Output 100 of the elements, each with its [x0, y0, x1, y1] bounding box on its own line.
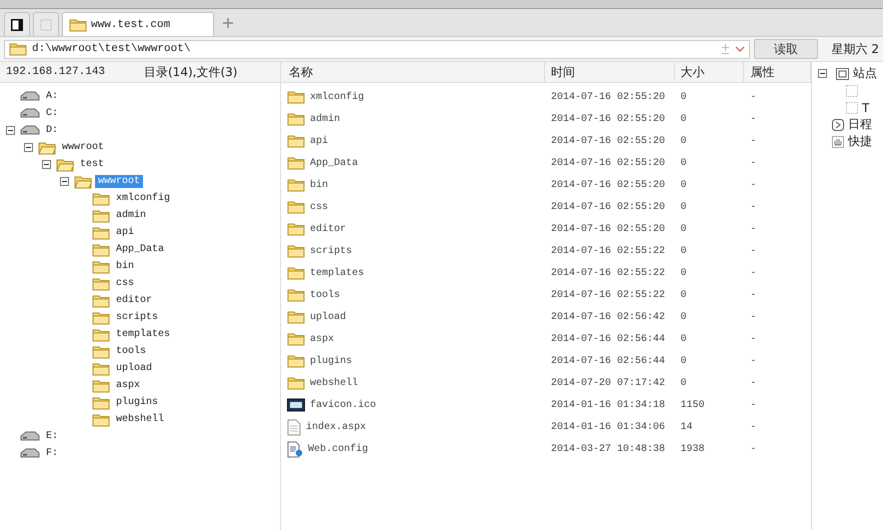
file-name[interactable]: scripts: [310, 246, 352, 256]
tree-item[interactable]: tools: [113, 345, 150, 358]
config-file-icon: [287, 440, 303, 458]
file-name[interactable]: admin: [310, 114, 340, 124]
tree-item[interactable]: plugins: [113, 396, 162, 409]
tree-item[interactable]: aspx: [113, 379, 144, 392]
tree-item[interactable]: App_Data: [113, 243, 168, 256]
tree-item[interactable]: editor: [113, 294, 156, 307]
file-name[interactable]: plugins: [310, 356, 352, 366]
collapse-icon[interactable]: [24, 143, 33, 152]
tree-item[interactable]: A:: [43, 90, 62, 103]
tree-item[interactable]: upload: [113, 362, 156, 375]
collapse-icon[interactable]: [60, 177, 69, 186]
blank-page-icon: [40, 18, 52, 32]
folder-icon: [92, 226, 110, 240]
page-icon: [846, 84, 858, 96]
address-field[interactable]: d:\wwwroot\test\wwwroot\: [4, 40, 750, 58]
file-name[interactable]: tools: [310, 290, 340, 300]
collapse-icon[interactable]: [818, 69, 827, 78]
tree-item[interactable]: scripts: [113, 311, 162, 324]
tree-item[interactable]: wwwroot: [59, 141, 108, 154]
folder-icon: [74, 174, 92, 188]
column-header[interactable]: 属性: [744, 62, 812, 82]
side-tree-item[interactable]: T: [862, 100, 870, 114]
tree-item[interactable]: api: [113, 226, 138, 239]
file-name[interactable]: Web.config: [308, 444, 368, 454]
folder-icon: [92, 208, 110, 222]
file-name[interactable]: favicon.ico: [310, 400, 376, 410]
column-header[interactable]: 名称: [283, 62, 545, 82]
file-name[interactable]: css: [310, 202, 328, 212]
table-cell-text: 2014-07-20 07:17:42: [550, 378, 666, 388]
folder-icon: [287, 112, 305, 126]
drive-icon: [20, 431, 40, 442]
dropdown-icon[interactable]: [735, 46, 745, 52]
folder-icon: [92, 344, 110, 358]
table-cell-text: 2014-07-16 02:55:22: [550, 246, 666, 256]
table-cell-text: 2014-07-16 02:55:20: [550, 114, 666, 124]
table-cell-text: 2014-07-16 02:55:20: [550, 136, 666, 146]
add-tab-icon[interactable]: [223, 18, 233, 28]
table-cell-text: 1150: [680, 400, 706, 410]
drive-icon: [20, 91, 40, 102]
tree-item[interactable]: C:: [43, 107, 62, 120]
table-cell-text: -: [749, 356, 758, 366]
column-header[interactable]: 大小: [674, 62, 744, 82]
file-name[interactable]: App_Data: [310, 158, 358, 168]
column-header[interactable]: 时间: [544, 62, 674, 82]
host-label: 192.168.127.143: [6, 66, 106, 78]
drive-icon: [20, 448, 40, 459]
tree-item[interactable]: bin: [113, 260, 138, 273]
tab[interactable]: [4, 12, 30, 36]
table-cell-text: -: [749, 114, 758, 124]
tree-item[interactable]: templates: [113, 328, 174, 341]
side-tree-item[interactable]: 快捷: [848, 133, 872, 150]
side-tree-item[interactable]: 日程: [848, 116, 872, 133]
table-cell-text: -: [749, 422, 758, 432]
tree-item[interactable]: admin: [113, 209, 150, 222]
tree-item[interactable]: D:: [43, 124, 62, 137]
table-cell-text: -: [749, 180, 758, 190]
table-cell-text: -: [749, 334, 758, 344]
table-cell-text: 2014-07-16 02:55:22: [550, 290, 666, 300]
file-name[interactable]: webshell: [310, 378, 358, 388]
table-cell-text: -: [749, 290, 758, 300]
folder-icon: [287, 178, 305, 192]
table-cell-text: -: [749, 224, 758, 234]
table-cell-text: 0: [680, 114, 688, 124]
folder-icon: [92, 310, 110, 324]
table-cell-text: 0: [680, 334, 688, 344]
folder-icon: [92, 192, 110, 206]
folder-icon: [287, 354, 305, 368]
file-name[interactable]: templates: [310, 268, 364, 278]
tree-item[interactable]: test: [77, 158, 108, 171]
collapse-icon[interactable]: [42, 160, 51, 169]
folder-icon: [287, 200, 305, 214]
panel-icon: [11, 16, 23, 32]
tree-item[interactable]: F:: [43, 447, 62, 460]
tree-item[interactable]: xmlconfig: [113, 192, 174, 205]
table-cell-text: 2014-07-16 02:55:20: [550, 202, 666, 212]
folder-icon: [92, 378, 110, 392]
file-name[interactable]: api: [310, 136, 328, 146]
tab[interactable]: www.test.com: [62, 12, 214, 36]
folder-icon: [92, 412, 110, 426]
folder-icon: [92, 242, 110, 256]
tree-item[interactable]: css: [113, 277, 138, 290]
side-tree-item[interactable]: 站点: [853, 65, 877, 82]
collapse-icon[interactable]: [6, 126, 15, 135]
table-cell-text: -: [749, 246, 758, 256]
read-button[interactable]: 读取: [754, 39, 818, 59]
file-name[interactable]: upload: [310, 312, 346, 322]
table-cell-text: 2014-07-16 02:55:20: [550, 224, 666, 234]
tree-item[interactable]: webshell: [113, 413, 168, 426]
tree-item[interactable]: E:: [43, 430, 62, 443]
file-name[interactable]: aspx: [310, 334, 334, 344]
table-cell-text: -: [749, 400, 758, 410]
file-name[interactable]: editor: [310, 224, 346, 234]
file-name[interactable]: xmlconfig: [310, 92, 364, 102]
table-cell-text: -: [749, 202, 758, 212]
file-name[interactable]: index.aspx: [306, 422, 366, 432]
table-cell-text: -: [749, 268, 758, 278]
file-name[interactable]: bin: [310, 180, 328, 190]
table-cell-text: 2014-07-16 02:55:20: [550, 180, 666, 190]
